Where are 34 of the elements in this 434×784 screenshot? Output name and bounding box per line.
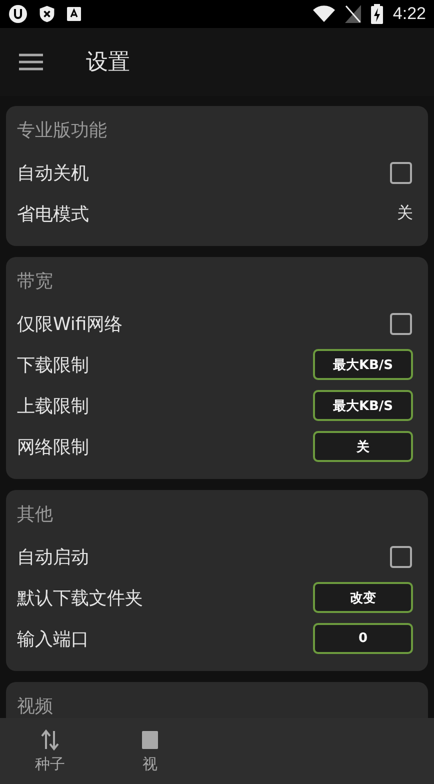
notification-icon: [66, 6, 82, 22]
checkbox[interactable]: [390, 546, 412, 568]
shield-icon: [38, 4, 56, 24]
setting-button[interactable]: 最大KB/S: [313, 349, 413, 380]
no-signal-icon: [344, 5, 361, 23]
setting-value[interactable]: 关: [397, 203, 413, 224]
app-logo-icon: [8, 4, 28, 24]
setting-label: 输入端口: [17, 628, 89, 650]
checkbox[interactable]: [390, 312, 412, 334]
setting-label: 默认下载文件夹: [17, 586, 143, 610]
setting-label: 仅限Wifi网络: [17, 312, 123, 336]
setting-label: 上载限制: [17, 394, 89, 418]
setting-button[interactable]: 最大KB/S: [313, 390, 413, 421]
page-title: 设置: [86, 49, 130, 77]
setting-label: 下载限制: [17, 354, 89, 376]
wifi-icon: [312, 5, 335, 23]
setting-button[interactable]: 0: [313, 623, 413, 654]
setting-label: 自动启动: [17, 546, 89, 568]
section-title: 其他: [17, 503, 53, 526]
battery-charging-icon: [370, 4, 383, 24]
checkbox[interactable]: [390, 162, 412, 184]
up-down-arrows-icon[interactable]: [40, 728, 60, 750]
section-title: 带宽: [17, 270, 53, 293]
section-title: 专业版功能: [17, 119, 107, 142]
menu-icon[interactable]: [19, 53, 43, 71]
nav-label[interactable]: 视: [142, 754, 158, 774]
setting-label: 省电模式: [17, 202, 89, 226]
clock-time: 4:22: [392, 4, 426, 24]
setting-button[interactable]: 关: [313, 431, 413, 462]
setting-button[interactable]: 改变: [313, 582, 413, 613]
section-title: 视频: [17, 695, 53, 718]
nav-label[interactable]: 种子: [35, 754, 65, 774]
setting-label: 网络限制: [17, 436, 89, 458]
setting-label: 自动关机: [17, 162, 89, 184]
